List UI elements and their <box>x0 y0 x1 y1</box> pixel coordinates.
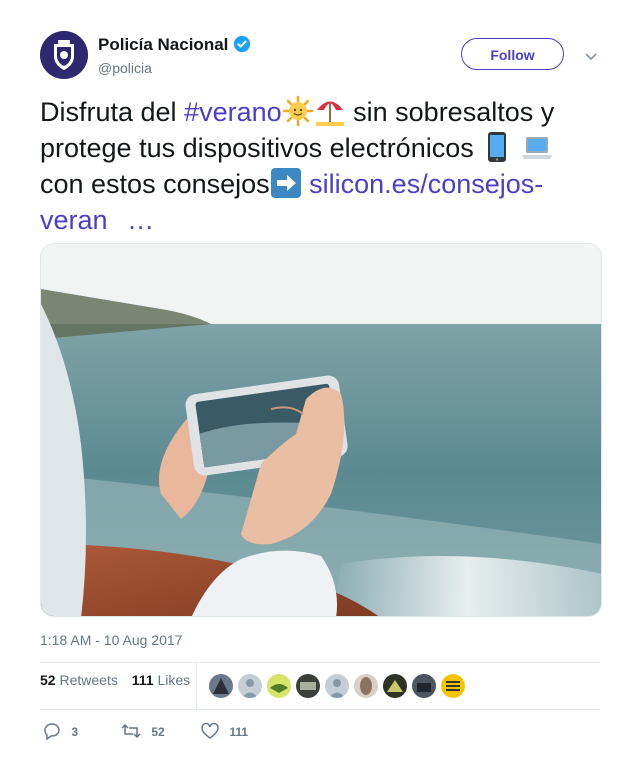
retweets-stat[interactable]: 52 Retweets <box>40 672 118 688</box>
account-name[interactable]: Policía Nacional <box>98 35 251 58</box>
chevron-down-icon[interactable] <box>584 49 598 67</box>
tweet-text-part: con estos consejos <box>40 169 270 199</box>
tweet-timestamp[interactable]: 1:18 AM - 10 Aug 2017 <box>40 632 182 648</box>
retweet-button[interactable]: 52 <box>120 721 165 741</box>
liker-avatar[interactable] <box>354 674 378 698</box>
liker-avatar[interactable] <box>441 674 465 698</box>
retweet-icon <box>120 723 142 739</box>
right-arrow-emoji-icon <box>270 167 302 199</box>
divider <box>40 709 600 710</box>
heart-icon <box>200 722 220 739</box>
liker-avatar[interactable] <box>412 674 436 698</box>
tweet-header: Policía Nacional @policia Follow <box>40 31 600 81</box>
likes-count[interactable]: 111 <box>132 672 154 688</box>
retweets-count[interactable]: 52 <box>40 672 56 688</box>
avatar[interactable] <box>40 31 88 79</box>
reply-count: 3 <box>71 725 79 739</box>
liker-avatar[interactable] <box>296 674 320 698</box>
likes-stat[interactable]: 111 Likes <box>132 672 190 688</box>
like-button[interactable]: 111 <box>200 721 248 741</box>
divider <box>40 662 600 663</box>
liker-avatar[interactable] <box>325 674 349 698</box>
beach-umbrella-emoji-icon <box>314 95 346 127</box>
laptop-emoji-icon <box>521 131 553 163</box>
link-ellipsis[interactable]: … <box>127 205 154 235</box>
phone-emoji-icon <box>481 131 513 163</box>
account-name-text[interactable]: Policía Nacional <box>98 35 228 54</box>
stats-separator <box>196 663 197 709</box>
liker-avatar[interactable] <box>209 674 233 698</box>
reply-button[interactable]: 3 <box>42 721 78 741</box>
liker-avatar[interactable] <box>238 674 262 698</box>
retweet-count: 52 <box>151 725 165 739</box>
like-count: 111 <box>229 725 249 739</box>
tweet-stats: 52 Retweets 111 Likes <box>40 672 190 688</box>
liker-avatar[interactable] <box>267 674 291 698</box>
tweet-image[interactable] <box>40 243 602 617</box>
follow-button[interactable]: Follow <box>461 38 564 70</box>
hashtag-link[interactable]: #verano <box>184 97 282 127</box>
retweets-label[interactable]: Retweets <box>59 672 117 688</box>
sun-emoji-icon <box>282 95 314 127</box>
account-handle[interactable]: @policia <box>98 60 152 76</box>
tweet-text: Disfruta del #verano sin sobresaltos y p… <box>40 94 600 238</box>
tweet-text-part: Disfruta del <box>40 97 185 127</box>
likes-label[interactable]: Likes <box>157 672 190 688</box>
verified-badge-icon <box>233 35 251 58</box>
liker-avatar[interactable] <box>383 674 407 698</box>
reply-icon <box>42 723 62 741</box>
